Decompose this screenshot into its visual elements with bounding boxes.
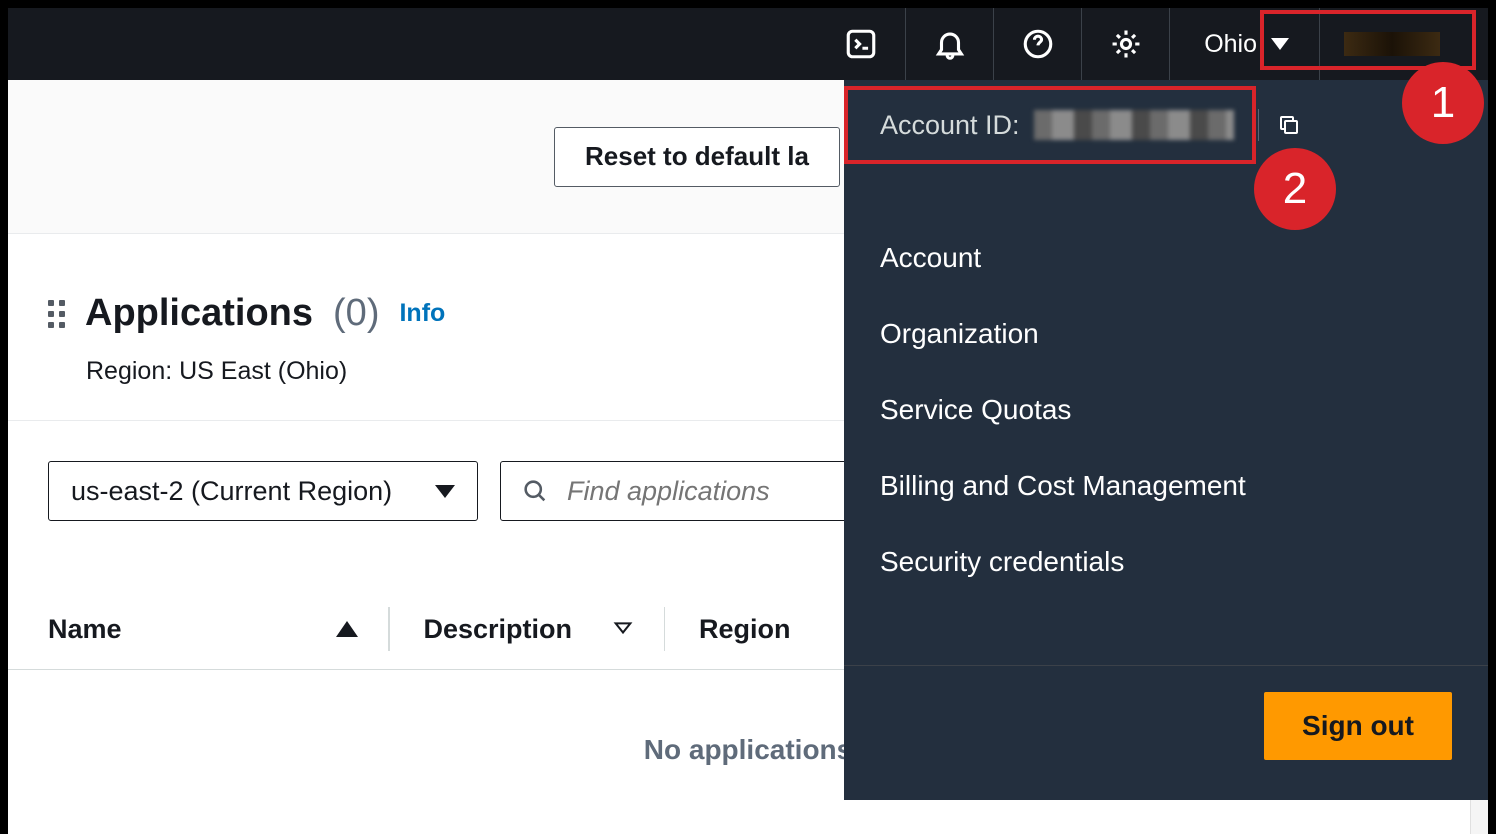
sort-ascending-icon: [336, 621, 358, 637]
copy-account-id-button[interactable]: [1258, 109, 1301, 141]
help-icon[interactable]: [993, 8, 1081, 80]
menu-item-account[interactable]: Account: [844, 220, 1488, 296]
menu-item-service-quotas[interactable]: Service Quotas: [844, 372, 1488, 448]
menu-item-organization[interactable]: Organization: [844, 296, 1488, 372]
column-divider: [664, 607, 666, 651]
column-name[interactable]: Name: [48, 607, 388, 651]
applications-title: Applications: [85, 292, 313, 335]
sign-out-button[interactable]: Sign out: [1264, 692, 1452, 760]
copy-icon: [1277, 113, 1301, 137]
sort-none-icon: [612, 614, 634, 645]
top-nav: Ohio: [8, 8, 1488, 80]
notifications-icon[interactable]: [905, 8, 993, 80]
account-id-row: Account ID:: [844, 80, 1488, 170]
cloudshell-icon[interactable]: [817, 8, 905, 80]
account-name-redacted: [1344, 32, 1440, 56]
column-description[interactable]: Description: [424, 607, 664, 651]
account-dropdown: Account ID: Account Organization Service…: [844, 80, 1488, 800]
applications-count: (0): [333, 292, 379, 335]
account-id-redacted: [1034, 110, 1234, 140]
account-id-label: Account ID:: [880, 110, 1020, 141]
drag-handle-icon[interactable]: [48, 300, 65, 328]
menu-item-security-credentials[interactable]: Security credentials: [844, 524, 1488, 600]
region-label: Ohio: [1204, 30, 1257, 59]
menu-divider: [844, 665, 1488, 666]
column-divider: [388, 607, 390, 651]
region-filter-label: us-east-2 (Current Region): [71, 476, 392, 507]
account-menu-items: Account Organization Service Quotas Bill…: [844, 170, 1488, 641]
caret-down-icon: [1271, 38, 1289, 50]
region-selector[interactable]: Ohio: [1169, 8, 1319, 80]
region-filter-select[interactable]: us-east-2 (Current Region): [48, 461, 478, 521]
search-icon: [521, 477, 549, 505]
annotation-badge-1: 1: [1402, 62, 1484, 144]
chevron-down-icon: [435, 485, 455, 498]
settings-icon[interactable]: [1081, 8, 1169, 80]
info-link[interactable]: Info: [399, 299, 445, 328]
reset-layout-button[interactable]: Reset to default la: [554, 127, 840, 187]
annotation-badge-2: 2: [1254, 148, 1336, 230]
menu-item-billing[interactable]: Billing and Cost Management: [844, 448, 1488, 524]
